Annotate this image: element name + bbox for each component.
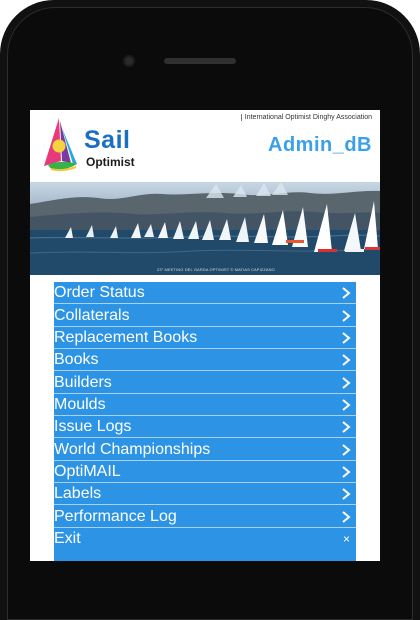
earpiece-speaker <box>164 58 236 64</box>
menu-item-world-championships[interactable]: World Championships <box>54 438 356 462</box>
association-name: International Optimist Dinghy Associatio… <box>240 114 372 121</box>
chevron-right-icon <box>342 443 351 456</box>
sailboats-photo <box>30 182 380 275</box>
menu-item-label: Books <box>54 351 99 369</box>
photo-credit: 23° MEETING DEL GARDA OPTIMIST © MATIAS … <box>157 267 275 272</box>
menu-item-label: OptiMAIL <box>54 462 121 480</box>
device-frame: International Optimist Dinghy Associatio… <box>0 0 420 620</box>
menu-item-label: Collaterals <box>54 306 130 324</box>
front-camera-icon <box>123 55 135 67</box>
chevron-right-icon <box>342 332 351 344</box>
chevron-right-icon <box>342 399 351 411</box>
app-header: International Optimist Dinghy Associatio… <box>30 110 380 182</box>
app-screen: International Optimist Dinghy Associatio… <box>30 110 380 561</box>
sail-logo-icon <box>44 118 77 172</box>
menu-item-issue-logs[interactable]: Issue Logs <box>54 416 356 439</box>
menu-item-label: Replacement Books <box>54 328 198 346</box>
chevron-right-icon <box>342 309 351 322</box>
chevron-right-icon <box>342 488 351 501</box>
menu-item-label: Exit <box>54 529 81 547</box>
menu-item-exit[interactable]: Exit × <box>54 528 356 550</box>
menu-item-label: Moulds <box>54 395 106 413</box>
menu-item-label: Labels <box>54 485 102 503</box>
admin-title: Admin_dB <box>268 134 372 156</box>
menu-item-collaterals[interactable]: Collaterals <box>54 304 356 328</box>
chevron-right-icon <box>342 376 351 389</box>
chevron-right-icon <box>342 287 351 299</box>
close-icon: × <box>342 531 350 546</box>
chevron-right-icon <box>342 421 351 434</box>
menu-item-labels[interactable]: Labels <box>54 483 356 506</box>
menu-item-label: Builders <box>54 373 112 391</box>
regatta-banner-image: 23° MEETING DEL GARDA OPTIMIST © MATIAS … <box>30 182 380 275</box>
menu-item-label: Issue Logs <box>54 418 132 436</box>
sail-optimist-logo[interactable]: Sail Optimist <box>42 116 167 176</box>
menu-item-label: World Championships <box>54 440 211 458</box>
logo-optimist-text: Optimist <box>86 155 135 169</box>
chevron-right-icon <box>342 510 351 523</box>
logo-sail-text: Sail <box>84 126 131 154</box>
main-menu: Order Status Collaterals Replacement Boo… <box>54 282 356 561</box>
menu-item-builders[interactable]: Builders <box>54 371 356 395</box>
menu-item-label: Performance Log <box>54 507 177 525</box>
menu-item-optimail[interactable]: OptiMAIL <box>54 461 356 484</box>
menu-item-performance-log[interactable]: Performance Log <box>54 505 356 529</box>
menu-item-replacement-books[interactable]: Replacement Books <box>54 327 356 350</box>
menu-item-moulds[interactable]: Moulds <box>54 394 356 417</box>
menu-item-label: Order Status <box>54 284 145 302</box>
chevron-right-icon <box>342 354 351 366</box>
chevron-right-icon <box>342 466 351 478</box>
menu-item-books[interactable]: Books <box>54 349 356 372</box>
menu-item-order-status[interactable]: Order Status <box>54 282 356 305</box>
